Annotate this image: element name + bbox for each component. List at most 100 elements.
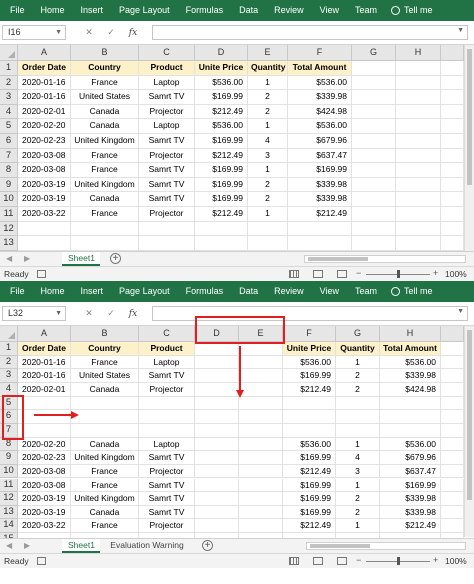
cell[interactable]: [139, 236, 195, 251]
cell[interactable]: [195, 492, 239, 506]
data-cell[interactable]: $536.00: [283, 355, 336, 370]
data-cell[interactable]: Samrt TV: [139, 134, 195, 149]
cell[interactable]: [195, 505, 239, 520]
expand-formula-bar-icon[interactable]: ▼: [457, 27, 464, 34]
data-cell[interactable]: Canada: [71, 505, 139, 520]
column-header-h[interactable]: H: [396, 45, 441, 61]
data-cell[interactable]: France: [71, 75, 139, 91]
cell[interactable]: [18, 423, 71, 438]
ribbon-tab-formulas[interactable]: Formulas: [178, 281, 232, 302]
data-cell[interactable]: Samrt TV: [139, 192, 195, 207]
cell[interactable]: [396, 177, 441, 193]
zoom-out-icon[interactable]: −: [356, 268, 361, 278]
cell[interactable]: [288, 236, 352, 251]
zoom-level[interactable]: 100%: [445, 269, 467, 279]
row-header-8[interactable]: 8: [0, 163, 18, 178]
data-cell[interactable]: Canada: [71, 104, 139, 120]
header-cell[interactable]: Country: [71, 342, 139, 356]
cell[interactable]: [139, 396, 195, 411]
cell[interactable]: [396, 192, 441, 207]
data-cell[interactable]: 2: [248, 104, 288, 120]
cell[interactable]: [248, 236, 288, 251]
cell[interactable]: [380, 396, 441, 411]
data-cell[interactable]: 1: [248, 163, 288, 178]
data-cell[interactable]: Samrt TV: [139, 369, 195, 383]
cell[interactable]: [195, 396, 239, 411]
add-sheet-icon[interactable]: +: [110, 253, 121, 264]
ribbon-tab-page-layout[interactable]: Page Layout: [111, 281, 178, 302]
cell[interactable]: [380, 410, 441, 424]
cell[interactable]: [239, 355, 283, 370]
data-cell[interactable]: France: [71, 148, 139, 164]
data-cell[interactable]: $679.96: [288, 134, 352, 149]
cell[interactable]: [352, 163, 396, 178]
data-cell[interactable]: 2020-03-08: [18, 464, 71, 479]
data-cell[interactable]: $169.99: [283, 492, 336, 506]
data-cell[interactable]: Samrt TV: [139, 478, 195, 493]
zoom-slider-knob[interactable]: [397, 270, 400, 278]
data-cell[interactable]: $637.47: [380, 464, 441, 479]
data-cell[interactable]: $169.99: [380, 478, 441, 493]
data-cell[interactable]: $679.96: [380, 451, 441, 465]
cell[interactable]: [195, 464, 239, 479]
cell[interactable]: [71, 236, 139, 251]
data-cell[interactable]: Laptop: [139, 355, 195, 370]
cell[interactable]: [352, 221, 396, 237]
sheet-prev-icon[interactable]: ◀: [6, 254, 12, 263]
cancel-icon[interactable]: ✕: [78, 308, 100, 319]
cell[interactable]: [239, 519, 283, 534]
cell[interactable]: [352, 177, 396, 193]
cell[interactable]: [396, 221, 441, 237]
cell[interactable]: [195, 423, 239, 438]
data-cell[interactable]: Samrt TV: [139, 163, 195, 178]
header-cell[interactable]: Total Amount: [380, 342, 441, 356]
data-cell[interactable]: 2: [248, 90, 288, 105]
ribbon-tab-file[interactable]: File: [0, 0, 33, 21]
data-cell[interactable]: $339.98: [380, 369, 441, 383]
cell[interactable]: [352, 104, 396, 120]
data-cell[interactable]: 1: [248, 119, 288, 134]
data-cell[interactable]: Projector: [139, 519, 195, 534]
ribbon-tab-view[interactable]: View: [312, 281, 347, 302]
page-layout-view-icon[interactable]: [313, 557, 323, 565]
cell[interactable]: [71, 423, 139, 438]
data-cell[interactable]: Projector: [139, 104, 195, 120]
cell[interactable]: [239, 464, 283, 479]
cell[interactable]: [396, 207, 441, 222]
data-cell[interactable]: 2020-02-20: [18, 437, 71, 452]
page-break-view-icon[interactable]: [337, 270, 347, 278]
data-cell[interactable]: Laptop: [139, 437, 195, 452]
data-cell[interactable]: 2020-01-16: [18, 90, 71, 105]
insert-function-icon[interactable]: fx: [122, 28, 144, 38]
data-cell[interactable]: 2020-03-19: [18, 177, 71, 193]
column-header-f[interactable]: F: [283, 326, 336, 342]
ribbon-tab-file[interactable]: File: [0, 281, 33, 302]
data-cell[interactable]: Samrt TV: [139, 177, 195, 193]
ribbon-tab-home[interactable]: Home: [33, 0, 73, 21]
cell[interactable]: [283, 423, 336, 438]
row-header-2[interactable]: 2: [0, 75, 18, 91]
column-header-g[interactable]: G: [336, 326, 380, 342]
cell[interactable]: [71, 410, 139, 424]
data-cell[interactable]: France: [71, 207, 139, 222]
data-cell[interactable]: $339.98: [380, 492, 441, 506]
data-cell[interactable]: 4: [248, 134, 288, 149]
cell[interactable]: [139, 221, 195, 237]
normal-view-icon[interactable]: [289, 270, 299, 278]
cell[interactable]: [195, 410, 239, 424]
row-header-9[interactable]: 9: [0, 451, 18, 465]
data-cell[interactable]: United States: [71, 90, 139, 105]
cell[interactable]: [239, 492, 283, 506]
sheet-prev-icon[interactable]: ◀: [6, 541, 12, 550]
cell[interactable]: [239, 451, 283, 465]
cell[interactable]: [195, 451, 239, 465]
data-cell[interactable]: $169.99: [288, 163, 352, 178]
data-cell[interactable]: $169.99: [283, 505, 336, 520]
sheet-next-icon[interactable]: ▶: [24, 254, 30, 263]
enter-icon[interactable]: ✓: [100, 27, 122, 38]
header-cell[interactable]: Order Date: [18, 342, 71, 356]
cell[interactable]: [396, 104, 441, 120]
data-cell[interactable]: Samrt TV: [139, 451, 195, 465]
cell[interactable]: [18, 410, 71, 424]
data-cell[interactable]: 2020-02-23: [18, 451, 71, 465]
